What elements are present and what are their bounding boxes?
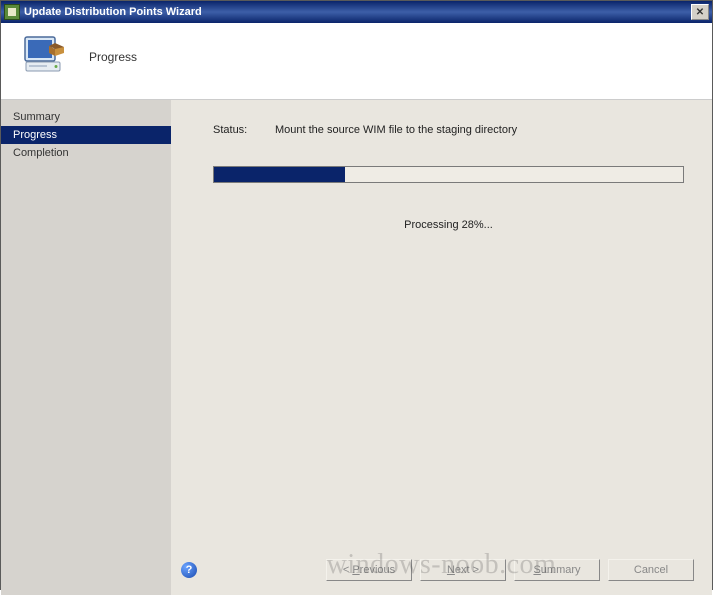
next-button-label: Next >: [447, 564, 479, 576]
previous-button-label: < Previous: [343, 564, 395, 576]
computer-monitor-icon: [19, 33, 67, 81]
status-row: Status: Mount the source WIM file to the…: [213, 124, 684, 136]
app-icon: [4, 4, 20, 20]
title-bar: Update Distribution Points Wizard ✕: [1, 1, 712, 23]
summary-button[interactable]: Summary: [514, 559, 600, 581]
summary-button-label: Summary: [533, 564, 580, 576]
previous-button[interactable]: < Previous: [326, 559, 412, 581]
next-button[interactable]: Next >: [420, 559, 506, 581]
processing-text: Processing 28%...: [213, 219, 684, 231]
cancel-button[interactable]: Cancel: [608, 559, 694, 581]
main-pane: Status: Mount the source WIM file to the…: [171, 100, 712, 595]
sidebar-item-summary[interactable]: Summary: [1, 108, 171, 126]
progress-bar: [213, 166, 684, 183]
button-bar: ? < Previous Next > Summary Cancel: [171, 549, 712, 595]
window-title: Update Distribution Points Wizard: [24, 6, 691, 18]
sidebar-item-completion[interactable]: Completion: [1, 144, 171, 162]
help-icon[interactable]: ?: [181, 562, 197, 578]
status-text: Mount the source WIM file to the staging…: [275, 124, 517, 136]
progress-fill: [214, 167, 345, 182]
close-button[interactable]: ✕: [691, 4, 709, 20]
wizard-header: Progress: [1, 23, 712, 99]
wizard-steps-sidebar: Summary Progress Completion: [1, 100, 171, 595]
cancel-button-label: Cancel: [634, 564, 668, 576]
status-label: Status:: [213, 124, 275, 136]
sidebar-item-progress[interactable]: Progress: [1, 126, 171, 144]
content-area: Summary Progress Completion Status: Moun…: [1, 99, 712, 595]
page-title: Progress: [89, 50, 137, 64]
